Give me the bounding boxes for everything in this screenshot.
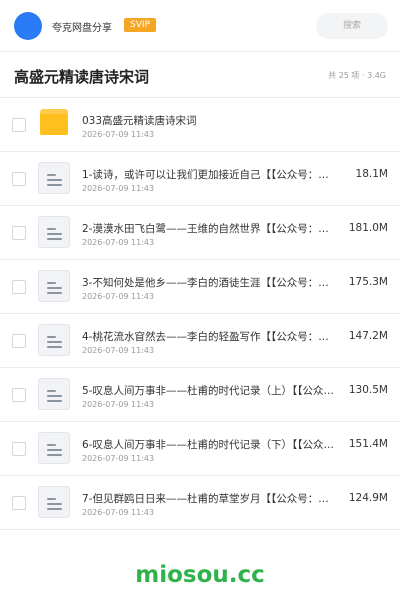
list-item[interactable]: 2-漠漠水田飞白鹭——王维的自然世界【【公众号：密… 2026-07-09 11… <box>0 206 400 260</box>
file-size: 147.2M <box>348 330 388 342</box>
select-checkbox[interactable] <box>12 388 26 402</box>
file-name: 6-叹息人间万事非——杜甫的时代记录（下）【【公众… <box>82 439 334 451</box>
select-checkbox[interactable] <box>12 442 26 456</box>
list-item[interactable]: 6-叹息人间万事非——杜甫的时代记录（下）【【公众… 2026-07-09 11… <box>0 422 400 476</box>
list-item[interactable]: 7-但见群鸥日日来——杜甫的草堂岁月【【公众号：密… 2026-07-09 11… <box>0 476 400 530</box>
document-icon <box>38 432 70 464</box>
list-item[interactable]: 5-叹息人间万事非——杜甫的时代记录（上）【【公众… 2026-07-09 11… <box>0 368 400 422</box>
file-size: 175.3M <box>348 276 388 288</box>
file-date: 2026-07-09 11:43 <box>82 238 155 247</box>
file-size: 151.4M <box>348 438 388 450</box>
document-icon <box>38 378 70 410</box>
site-watermark: miosou.cc <box>135 562 265 588</box>
file-name: 4-桃花流水窅然去——李白的轻盈写作【【公众号：密… <box>82 331 338 343</box>
document-icon <box>38 162 70 194</box>
select-checkbox[interactable] <box>12 172 26 186</box>
file-name: 3-不知何处是他乡——李白的酒徒生涯【【公众号：密… <box>82 277 338 289</box>
list-item[interactable]: 3-不知何处是他乡——李白的酒徒生涯【【公众号：密… 2026-07-09 11… <box>0 260 400 314</box>
file-date: 2026-07-09 11:43 <box>82 400 155 409</box>
file-name: 2-漠漠水田飞白鹭——王维的自然世界【【公众号：密… <box>82 223 338 235</box>
select-checkbox[interactable] <box>12 280 26 294</box>
svip-badge: SVIP <box>124 18 156 32</box>
user-avatar[interactable] <box>14 12 42 40</box>
document-icon <box>38 216 70 248</box>
list-item[interactable]: 033高盛元精读唐诗宋词 2026-07-09 11:43 <box>0 98 400 152</box>
top-header: 夸克网盘分享 SVIP 搜索 <box>0 0 400 52</box>
file-date: 2026-07-09 11:43 <box>82 184 155 193</box>
file-date: 2026-07-09 11:43 <box>82 454 155 463</box>
file-name: 1-读诗，或许可以让我们更加接近自己【【公众号：密… <box>82 169 338 181</box>
select-checkbox[interactable] <box>12 226 26 240</box>
folder-title-bar: 高盛元精读唐诗宋词 共 25 项 · 3.4G <box>0 52 400 98</box>
file-size: 181.0M <box>348 222 388 234</box>
list-item[interactable]: 4-桃花流水窅然去——李白的轻盈写作【【公众号：密… 2026-07-09 11… <box>0 314 400 368</box>
item-count-and-size: 共 25 项 · 3.4G <box>328 71 386 80</box>
select-checkbox[interactable] <box>12 496 26 510</box>
brand-name: 夸克网盘分享 <box>52 23 112 34</box>
file-list: 033高盛元精读唐诗宋词 2026-07-09 11:43 1-读诗，或许可以让… <box>0 98 400 530</box>
document-icon <box>38 324 70 356</box>
file-size: 18.1M <box>355 168 388 180</box>
file-date: 2026-07-09 11:43 <box>82 508 155 517</box>
list-item[interactable]: 1-读诗，或许可以让我们更加接近自己【【公众号：密… 2026-07-09 11… <box>0 152 400 206</box>
file-size: 124.9M <box>348 492 388 504</box>
search-input[interactable]: 搜索 <box>316 13 388 39</box>
document-icon <box>38 486 70 518</box>
file-size: 130.5M <box>348 384 388 396</box>
file-date: 2026-07-09 11:43 <box>82 346 155 355</box>
file-date: 2026-07-09 11:43 <box>82 292 155 301</box>
page-title: 高盛元精读唐诗宋词 <box>14 68 150 86</box>
select-checkbox[interactable] <box>12 118 26 132</box>
folder-icon <box>38 108 70 140</box>
file-date: 2026-07-09 11:43 <box>82 130 155 139</box>
file-name: 5-叹息人间万事非——杜甫的时代记录（上）【【公众… <box>82 385 334 397</box>
file-name: 033高盛元精读唐诗宋词 <box>82 115 197 127</box>
select-checkbox[interactable] <box>12 334 26 348</box>
document-icon <box>38 270 70 302</box>
file-name: 7-但见群鸥日日来——杜甫的草堂岁月【【公众号：密… <box>82 493 338 505</box>
